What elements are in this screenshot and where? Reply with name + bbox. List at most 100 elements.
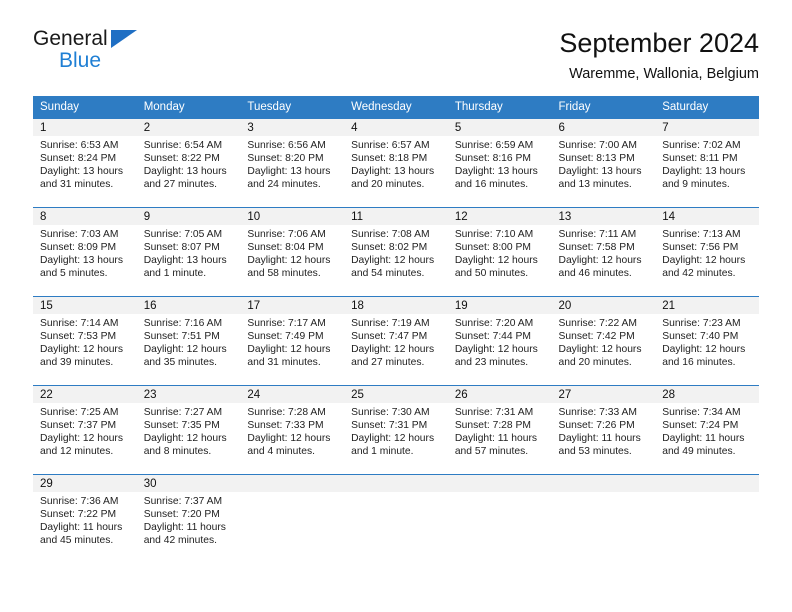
- calendar-day-cell[interactable]: 19 Sunrise: 7:20 AM Sunset: 7:44 PM Dayligh…: [447, 295, 552, 386]
- sunrise-text: Sunrise: 7:02 AM: [662, 139, 741, 151]
- weekday-header-saturday: Saturday: [655, 95, 759, 119]
- calendar-day-cell[interactable]: 9 Sunrise: 7:05 AM Sunset: 8:07 PM Daylight…: [136, 206, 241, 297]
- calendar-day-cell[interactable]: 21 Sunrise: 7:23 AM Sunset: 7:40 PM Dayligh…: [655, 295, 759, 386]
- daylight-text-line1: Daylight: 13 hours: [351, 166, 435, 178]
- calendar-day-cell[interactable]: 14 Sunrise: 7:13 AM Sunset: 7:56 PM Dayligh…: [655, 206, 759, 297]
- calendar-day-cell[interactable]: 13 Sunrise: 7:11 AM Sunset: 7:58 PM Dayligh…: [551, 206, 656, 297]
- calendar-day-cell[interactable]: 17 Sunrise: 7:17 AM Sunset: 7:49 PM Dayligh…: [240, 295, 345, 386]
- weekday-header-monday: Monday: [136, 95, 241, 119]
- calendar-week-row: 8 Sunrise: 7:03 AM Sunset: 8:09 PM Daylight…: [33, 206, 759, 297]
- day-cell-inner: 25 Sunrise: 7:30 AM Sunset: 7:31 PM Dayligh…: [344, 385, 448, 474]
- sunset-text: Sunset: 8:07 PM: [143, 241, 220, 253]
- calendar-day-cell[interactable]: 11 Sunrise: 7:08 AM Sunset: 8:02 PM Dayligh…: [344, 206, 448, 297]
- calendar-day-cell[interactable]: 5 Sunrise: 6:59 AM Sunset: 8:16 PM Daylight…: [447, 117, 552, 208]
- day-cell-inner: [551, 474, 656, 559]
- sunrise-text: Sunrise: 7:10 AM: [454, 228, 534, 240]
- daylight-text-line2: and 1 minute.: [143, 268, 207, 280]
- daylight-text-line2: and 45 minutes.: [40, 535, 114, 547]
- calendar-grid: Sunday Monday Tuesday Wednesday Thursday…: [33, 95, 759, 559]
- calendar-day-cell[interactable]: 4 Sunrise: 6:57 AM Sunset: 8:18 PM Daylight…: [344, 117, 448, 208]
- day-cell-inner: 16 Sunrise: 7:16 AM Sunset: 7:51 PM Dayligh…: [136, 296, 241, 385]
- daylight-text-line2: and 31 minutes.: [247, 357, 321, 369]
- sunset-text: Sunset: 8:09 PM: [40, 241, 117, 253]
- daylight-text-line1: Daylight: 12 hours: [351, 255, 435, 267]
- calendar-day-cell[interactable]: 8 Sunrise: 7:03 AM Sunset: 8:09 PM Daylight…: [33, 206, 137, 297]
- calendar-day-cell[interactable]: 10 Sunrise: 7:06 AM Sunset: 8:04 PM Dayligh…: [240, 206, 345, 297]
- daylight-text-line2: and 42 minutes.: [662, 268, 736, 280]
- sunset-text: Sunset: 7:42 PM: [558, 330, 635, 342]
- day-cell-inner: 4 Sunrise: 6:57 AM Sunset: 8:18 PM Daylight…: [344, 118, 448, 207]
- calendar-day-cell[interactable]: 16 Sunrise: 7:16 AM Sunset: 7:51 PM Dayligh…: [136, 295, 241, 386]
- weekday-header-friday: Friday: [551, 95, 656, 119]
- calendar-header-row: Sunday Monday Tuesday Wednesday Thursday…: [33, 95, 759, 119]
- daylight-text-line2: and 57 minutes.: [454, 446, 529, 458]
- day-cell-inner: 18 Sunrise: 7:19 AM Sunset: 7:47 PM Dayligh…: [344, 296, 448, 385]
- calendar-day-cell[interactable]: 25 Sunrise: 7:30 AM Sunset: 7:31 PM Dayligh…: [344, 384, 448, 475]
- daylight-text-line2: and 9 minutes.: [662, 179, 730, 191]
- calendar-day-cell[interactable]: 12 Sunrise: 7:10 AM Sunset: 8:00 PM Dayligh…: [447, 206, 552, 297]
- sunrise-text: Sunrise: 7:27 AM: [143, 406, 223, 418]
- calendar-day-cell[interactable]: 3 Sunrise: 6:56 AM Sunset: 8:20 PM Daylight…: [240, 117, 345, 208]
- day-number: 18: [344, 296, 448, 314]
- day-cell-inner: 5 Sunrise: 6:59 AM Sunset: 8:16 PM Daylight…: [447, 118, 552, 207]
- day-cell-inner: [655, 474, 759, 559]
- daylight-text-line2: and 16 minutes.: [662, 357, 736, 369]
- day-cell-inner: 6 Sunrise: 7:00 AM Sunset: 8:13 PM Daylight…: [551, 118, 656, 207]
- day-cell-inner: 10 Sunrise: 7:06 AM Sunset: 8:04 PM Dayligh…: [240, 207, 345, 296]
- weekday-header-tuesday: Tuesday: [240, 95, 345, 119]
- calendar-day-cell[interactable]: 2 Sunrise: 6:54 AM Sunset: 8:22 PM Daylight…: [136, 117, 241, 208]
- sunset-text: Sunset: 7:20 PM: [143, 508, 220, 520]
- sunrise-text: Sunrise: 7:28 AM: [247, 406, 326, 418]
- day-details: Sunrise: 7:11 AM Sunset: 7:58 PM Daylight:…: [552, 225, 656, 281]
- sunrise-text: Sunrise: 7:17 AM: [247, 317, 326, 329]
- sunrise-text: Sunrise: 7:22 AM: [558, 317, 637, 329]
- sunrise-text: Sunrise: 7:13 AM: [662, 228, 741, 240]
- day-cell-inner: 22 Sunrise: 7:25 AM Sunset: 7:37 PM Dayligh…: [33, 385, 137, 474]
- day-number: 20: [551, 296, 656, 314]
- daylight-text-line2: and 13 minutes.: [558, 179, 632, 191]
- day-cell-inner: 17 Sunrise: 7:17 AM Sunset: 7:49 PM Dayligh…: [240, 296, 345, 385]
- day-number: 2: [136, 118, 241, 136]
- calendar-day-cell[interactable]: 22 Sunrise: 7:25 AM Sunset: 7:37 PM Dayligh…: [33, 384, 137, 475]
- weekday-header-wednesday: Wednesday: [344, 95, 448, 119]
- weekday-header-thursday: Thursday: [447, 95, 552, 119]
- calendar-week-row: 22 Sunrise: 7:25 AM Sunset: 7:37 PM Dayligh…: [33, 384, 759, 475]
- calendar-day-cell[interactable]: 30 Sunrise: 7:37 AM Sunset: 7:20 PM Dayligh…: [136, 473, 241, 559]
- daylight-text-line1: Daylight: 13 hours: [662, 166, 746, 178]
- calendar-day-cell[interactable]: 29 Sunrise: 7:36 AM Sunset: 7:22 PM Dayligh…: [33, 473, 137, 559]
- sunset-text: Sunset: 7:53 PM: [40, 330, 117, 342]
- daylight-text-line2: and 27 minutes.: [351, 357, 425, 369]
- calendar-day-cell[interactable]: 6 Sunrise: 7:00 AM Sunset: 8:13 PM Daylight…: [551, 117, 656, 208]
- calendar-day-cell[interactable]: 27 Sunrise: 7:33 AM Sunset: 7:26 PM Dayligh…: [551, 384, 656, 475]
- day-number: [240, 474, 345, 492]
- daylight-text-line1: Daylight: 13 hours: [143, 255, 227, 267]
- sunrise-text: Sunrise: 7:31 AM: [454, 406, 534, 418]
- calendar-day-cell[interactable]: 7 Sunrise: 7:02 AM Sunset: 8:11 PM Daylight…: [655, 117, 759, 208]
- daylight-text-line1: Daylight: 13 hours: [454, 166, 538, 178]
- sunset-text: Sunset: 7:26 PM: [558, 419, 635, 431]
- day-number: 11: [344, 207, 448, 225]
- calendar-page: General Blue September 2024 Waremme, Wal…: [0, 0, 792, 612]
- calendar-day-cell[interactable]: 1 Sunrise: 6:53 AM Sunset: 8:24 PM Daylight…: [33, 117, 137, 208]
- calendar-day-cell[interactable]: 15 Sunrise: 7:14 AM Sunset: 7:53 PM Dayligh…: [33, 295, 137, 386]
- daylight-text-line1: Daylight: 12 hours: [40, 433, 123, 445]
- calendar-week-row: 15 Sunrise: 7:14 AM Sunset: 7:53 PM Dayligh…: [33, 295, 759, 386]
- day-details: Sunrise: 7:14 AM Sunset: 7:53 PM Daylight:…: [33, 314, 137, 370]
- sunrise-text: Sunrise: 7:37 AM: [143, 495, 223, 507]
- sunrise-text: Sunrise: 6:59 AM: [454, 139, 534, 151]
- day-details: Sunrise: 7:16 AM Sunset: 7:51 PM Daylight:…: [137, 314, 241, 370]
- calendar-day-cell[interactable]: 24 Sunrise: 7:28 AM Sunset: 7:33 PM Dayligh…: [240, 384, 345, 475]
- sunrise-text: Sunrise: 7:33 AM: [558, 406, 637, 418]
- daylight-text-line2: and 8 minutes.: [143, 446, 212, 458]
- calendar-empty-cell: [655, 473, 759, 559]
- calendar-day-cell[interactable]: 23 Sunrise: 7:27 AM Sunset: 7:35 PM Dayligh…: [136, 384, 241, 475]
- calendar-day-cell[interactable]: 26 Sunrise: 7:31 AM Sunset: 7:28 PM Dayligh…: [447, 384, 552, 475]
- day-cell-inner: 30 Sunrise: 7:37 AM Sunset: 7:20 PM Dayligh…: [136, 474, 241, 559]
- daylight-text-line1: Daylight: 13 hours: [143, 166, 227, 178]
- day-number: 12: [447, 207, 552, 225]
- calendar-day-cell[interactable]: 20 Sunrise: 7:22 AM Sunset: 7:42 PM Dayligh…: [551, 295, 656, 386]
- calendar-day-cell[interactable]: 18 Sunrise: 7:19 AM Sunset: 7:47 PM Dayligh…: [344, 295, 448, 386]
- day-details: [552, 492, 656, 495]
- day-number: 9: [136, 207, 241, 225]
- calendar-day-cell[interactable]: 28 Sunrise: 7:34 AM Sunset: 7:24 PM Dayligh…: [655, 384, 759, 475]
